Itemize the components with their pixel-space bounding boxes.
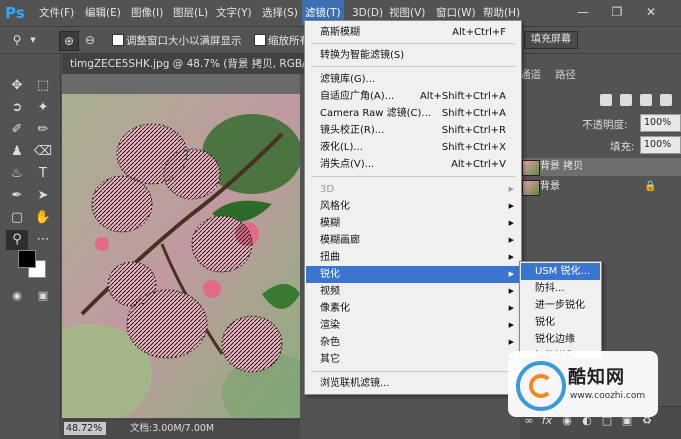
watermark-title: 酷知网	[568, 367, 625, 388]
resize-windows-checkbox[interactable]	[112, 34, 124, 46]
submenu-item-sharpen-edges[interactable]: 锐化边缘	[521, 331, 600, 348]
filter-text-icon[interactable]	[640, 94, 652, 106]
menu-item-sharpen[interactable]: 锐化 ▶	[306, 266, 520, 283]
filter-menu: 高斯模糊 Alt+Ctrl+F 转换为智能滤镜(S) 滤镜库(G)... 自适应广…	[304, 20, 522, 395]
menu-item-convert-smart-filter[interactable]: 转换为智能滤镜(S)	[306, 47, 520, 64]
menu-separator	[311, 66, 515, 67]
menu-select[interactable]: 选择(S)	[259, 0, 301, 26]
layer-row[interactable]: 背景 🔒	[520, 178, 681, 196]
lock-icon: 🔒	[644, 181, 657, 192]
menu-layer[interactable]: 图层(L)	[170, 0, 211, 26]
menu-item-distort[interactable]: 扭曲 ▶	[306, 249, 520, 266]
layer-thumbnail	[522, 180, 540, 196]
tab-paths[interactable]: 路径	[555, 66, 576, 84]
quick-mask-icon[interactable]: ◉	[6, 286, 28, 306]
submenu-item-shake-reduction[interactable]: 防抖...	[521, 280, 600, 297]
coozhi-logo-icon	[516, 361, 566, 411]
move-tool-icon[interactable]: ✥	[6, 76, 28, 96]
zoom-level-field[interactable]: 48.72%	[64, 422, 106, 435]
zoom-out-icon[interactable]: ⊖	[81, 31, 99, 49]
watermark-url: www.coozhi.com	[570, 391, 646, 401]
eyedropper-icon[interactable]: ✐	[6, 120, 28, 140]
chevron-down-icon[interactable]: ▼	[28, 31, 38, 49]
menu-item-gaussian-blur[interactable]: 高斯模糊 Alt+Ctrl+F	[306, 24, 520, 41]
menu-type[interactable]: 文字(Y)	[213, 0, 255, 26]
filter-toggle-icon[interactable]	[660, 94, 672, 106]
menu-item-adaptive-wide-angle[interactable]: 自适应广角(A)... Alt+Shift+Ctrl+A	[306, 88, 520, 105]
filter-type-icon[interactable]	[600, 94, 612, 106]
sharpen-submenu: USM 锐化... 防抖... 进一步锐化 锐化 锐化边缘 智能锐化...	[519, 261, 602, 359]
canvas-area	[62, 74, 300, 418]
shape-tool-icon[interactable]: ▢	[6, 208, 28, 228]
brush-tool-icon[interactable]: ✏	[32, 120, 54, 140]
type-tool-icon[interactable]: T	[32, 164, 54, 184]
close-icon[interactable]: ✕	[643, 5, 659, 19]
pen-tool-icon[interactable]: ✒	[6, 186, 28, 206]
zoom-tool-button-icon[interactable]: ⚲	[6, 230, 28, 250]
hand-tool-icon[interactable]: ✋	[32, 208, 54, 228]
opacity-input[interactable]: 100%	[640, 114, 681, 132]
marquee-tool-icon[interactable]: ⬚	[32, 76, 54, 96]
document-size: 文档:3.00M/7.00M	[130, 423, 215, 434]
path-select-icon[interactable]: ➤	[32, 186, 54, 206]
status-bar: 48.72% 文档:3.00M/7.00M	[62, 419, 300, 439]
photoshop-logo: Ps	[5, 4, 25, 22]
menu-image[interactable]: 图像(I)	[128, 0, 166, 26]
menu-item-liquify[interactable]: 液化(L)... Shift+Ctrl+X	[306, 139, 520, 156]
submenu-item-sharpen-more[interactable]: 进一步锐化	[521, 297, 600, 314]
zoom-in-icon[interactable]: ⊕	[59, 31, 79, 51]
menu-item-render[interactable]: 渲染 ▶	[306, 317, 520, 334]
foreground-color-front[interactable]	[18, 250, 36, 268]
layer-row[interactable]: 背景 拷贝	[520, 158, 681, 176]
menu-item-blur-gallery[interactable]: 模糊画廊 ▶	[306, 232, 520, 249]
restore-icon[interactable]: ❐	[609, 5, 625, 19]
menu-item-pixelate[interactable]: 像素化 ▶	[306, 300, 520, 317]
minimize-icon[interactable]: —	[575, 5, 591, 19]
menu-item-other[interactable]: 其它▶	[306, 351, 520, 368]
watermark-badge: 酷知网 www.coozhi.com	[508, 351, 658, 417]
document-tab[interactable]: timgZECE5SHK.jpg @ 48.7% (背景 拷贝, RGB/8#)…	[62, 54, 306, 74]
menu-item-filter-gallery[interactable]: 滤镜库(G)...	[306, 71, 520, 88]
menu-item-3d: 3D ▶	[320, 184, 514, 195]
fill-input[interactable]: 100%	[640, 136, 681, 154]
submenu-item-sharpen[interactable]: 锐化	[521, 314, 600, 331]
eraser-tool-icon[interactable]: ⌫	[32, 142, 54, 162]
menu-separator	[311, 176, 515, 177]
tool-bar: ✥ ⬚ ➲ ✦ ✐ ✏ ♟ ⌫ ♨ T ✒ ➤ ▢ ✋ ⚲ ⋯ ◉ ▣	[0, 54, 61, 438]
stamp-tool-icon[interactable]: ♟	[6, 142, 28, 162]
menu-item-noise[interactable]: 杂色 ▶	[306, 334, 520, 351]
menu-edit[interactable]: 编辑(E)	[82, 0, 124, 26]
menu-item-browse-online[interactable]: 浏览联机滤镜...	[306, 375, 520, 392]
layer-name: 背景	[540, 181, 560, 192]
flower-photo[interactable]	[62, 94, 300, 418]
fill-label: 填充:	[610, 141, 635, 153]
bucket-tool-icon[interactable]: ♨	[6, 164, 28, 184]
resize-windows-label: 调整窗口大小以满屏显示	[126, 35, 242, 47]
menu-item-vanishing-point[interactable]: 消失点(V)... Alt+Ctrl+V	[306, 156, 520, 173]
opacity-label: 不透明度:	[582, 119, 628, 131]
menu-separator	[311, 43, 515, 44]
layer-name: 背景 拷贝	[540, 161, 584, 172]
magic-wand-icon[interactable]: ✦	[32, 98, 54, 118]
menu-item-stylize[interactable]: 风格化 ▶	[306, 198, 520, 215]
zoom-tool-icon[interactable]: ⚲	[8, 31, 26, 49]
more-tools-icon[interactable]: ⋯	[32, 230, 54, 250]
filter-adjust-icon[interactable]	[620, 94, 632, 106]
menu-item-blur[interactable]: 模糊 ▶	[306, 215, 520, 232]
lasso-tool-icon[interactable]: ➲	[6, 98, 28, 118]
zoom-all-checkbox[interactable]	[254, 34, 266, 46]
menu-file[interactable]: 文件(F)	[36, 0, 77, 26]
menu-item-camera-raw[interactable]: Camera Raw 滤镜(C)... Shift+Ctrl+A	[306, 105, 520, 122]
menu-separator	[311, 371, 515, 372]
screen-mode-icon[interactable]: ▣	[32, 286, 54, 306]
fill-screen-button[interactable]: 填充屏幕	[524, 31, 578, 49]
menu-item-video[interactable]: 视频 ▶	[306, 283, 520, 300]
layer-thumbnail	[522, 160, 540, 176]
menu-item-lens-correction[interactable]: 镜头校正(R)... Shift+Ctrl+R	[306, 122, 520, 139]
tab-channels[interactable]: 通道	[520, 66, 541, 84]
submenu-item-unsharp-mask[interactable]: USM 锐化...	[521, 263, 600, 280]
